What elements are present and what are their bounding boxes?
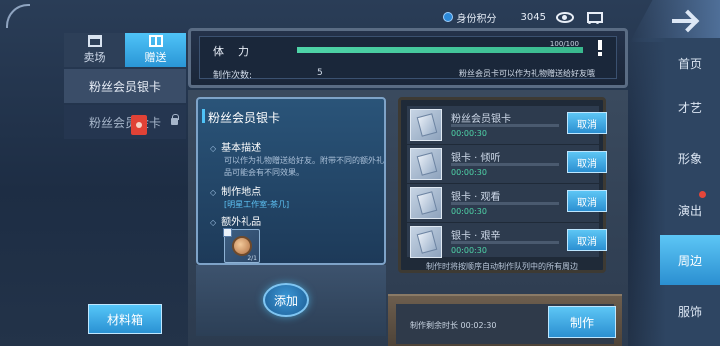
- nav-label: 演出: [677, 203, 702, 218]
- eye-icon[interactable]: [556, 11, 574, 23]
- category-gold-card[interactable]: 粉丝会员金卡: [64, 105, 186, 139]
- category-silver-card[interactable]: 粉丝会员银卡: [64, 69, 186, 103]
- remaining-time-value: 00:02:30: [460, 321, 497, 330]
- nav-label: 周边: [677, 253, 702, 268]
- tab-market[interactable]: 卖场: [64, 33, 125, 67]
- alert-icon[interactable]: [597, 40, 603, 56]
- nav-label: 服饰: [677, 304, 702, 319]
- queue-item-time: 00:00:30: [451, 129, 487, 138]
- queue-item-time: 00:00:30: [451, 207, 487, 216]
- card-icon: [416, 191, 438, 215]
- item-title: 粉丝会员银卡: [201, 109, 281, 125]
- nav-talent[interactable]: 才艺: [660, 82, 720, 132]
- queue-progress: [451, 202, 559, 205]
- queue-item: 银卡 · 观看 00:00:30 取消: [407, 184, 607, 222]
- tab-market-label: 卖场: [83, 51, 106, 64]
- right-nav: 首页 才艺 形象 演出 周边 服饰: [630, 38, 720, 346]
- notification-dot: [699, 191, 706, 198]
- top-status-bar: 身份积分 3045: [442, 6, 603, 28]
- item-info-card: 粉丝会员银卡 基本描述 可以作为礼物赠送给好友。附带不同的额外礼品可能会有不同效…: [196, 97, 386, 265]
- remaining-time-label: 制作剩余时长: [410, 321, 458, 330]
- checkbox-icon[interactable]: [223, 228, 232, 237]
- tab-gift[interactable]: 赠送: [125, 33, 186, 67]
- cancel-button[interactable]: 取消: [567, 112, 607, 134]
- stamina-bar: [297, 47, 583, 53]
- nav-outfit[interactable]: 服饰: [660, 286, 720, 336]
- add-button[interactable]: 添加: [263, 283, 309, 317]
- stamina-label: 体力: [213, 45, 263, 58]
- craft-count: 5: [317, 68, 323, 78]
- gift-note: 粉丝会员卡可以作为礼物赠送给好友哦: [459, 69, 595, 78]
- category-label: 粉丝会员金卡: [88, 115, 161, 130]
- shop-icon: [87, 35, 102, 47]
- stamina-bar-fill: [297, 47, 583, 53]
- craft-bar: 制作剩余时长 00:02:30 制作: [388, 294, 622, 346]
- queue-thumb: [410, 109, 442, 141]
- queue-item: 银卡 · 艰辛 00:00:30 取消: [407, 223, 607, 258]
- tab-gift-label: 赠送: [144, 51, 167, 64]
- back-arrow-icon: [672, 11, 698, 31]
- material-box-button[interactable]: 材料箱: [88, 304, 162, 334]
- queue-progress: [451, 124, 559, 127]
- craft-queue: 粉丝会员银卡 00:00:30 取消 银卡 · 倾听 00:00:30 取消 银…: [398, 97, 607, 273]
- extra-gift-title: 额外礼品: [210, 213, 261, 228]
- queue-item-name: 银卡 · 倾听: [451, 153, 501, 164]
- currency-display: 身份积分: [442, 10, 497, 25]
- gift-item-icon: [232, 236, 252, 256]
- queue-progress: [451, 163, 559, 166]
- queue-item-time: 00:00:30: [451, 246, 487, 255]
- queue-thumb: [410, 148, 442, 180]
- card-icon: [416, 152, 438, 176]
- cart-icon[interactable]: [584, 10, 603, 24]
- queue-item-name: 粉丝会员银卡: [451, 114, 511, 125]
- category-list: 粉丝会员银卡 粉丝会员金卡: [64, 69, 186, 139]
- queue-item-name: 银卡 · 观看: [451, 192, 501, 203]
- card-icon: [416, 230, 438, 254]
- cancel-button[interactable]: 取消: [567, 229, 607, 251]
- queue-progress: [451, 241, 559, 244]
- queue-item: 银卡 · 倾听 00:00:30 取消: [407, 145, 607, 183]
- tag-icon: [131, 115, 147, 135]
- place-title: 制作地点: [210, 183, 261, 198]
- nav-label: 形象: [677, 151, 702, 166]
- shop-tabs: 卖场 赠送: [64, 33, 186, 67]
- reward-count: 2/1: [247, 255, 257, 262]
- gem-icon: [442, 11, 453, 22]
- basic-desc-title: 基本描述: [210, 139, 261, 154]
- nav-performance[interactable]: 演出: [660, 185, 720, 235]
- queue-item-name: 银卡 · 艰辛: [451, 231, 501, 242]
- remaining-time: 制作剩余时长 00:02:30: [410, 320, 496, 331]
- category-label: 粉丝会员银卡: [88, 79, 161, 94]
- stamina-value: 100/100: [549, 40, 579, 48]
- extra-gift-slot[interactable]: 2/1: [223, 228, 260, 263]
- lock-icon: [171, 114, 179, 125]
- craft-button[interactable]: 制作: [548, 306, 616, 338]
- gift-icon: [148, 35, 163, 47]
- place-link[interactable]: [明星工作室-茶几]: [224, 199, 289, 210]
- nav-label: 才艺: [677, 100, 702, 115]
- nav-label: 首页: [677, 56, 702, 71]
- cancel-button[interactable]: 取消: [567, 151, 607, 173]
- queue-thumb: [410, 226, 442, 258]
- queue-item-time: 00:00:30: [451, 168, 487, 177]
- queue-item: 粉丝会员银卡 00:00:30 取消: [407, 106, 607, 144]
- craft-count-label: 制作次数:: [213, 71, 253, 81]
- queue-thumb: [410, 187, 442, 219]
- card-icon: [416, 113, 438, 137]
- currency-label: 身份积分: [456, 13, 497, 25]
- currency-value: 3045: [520, 11, 546, 23]
- nav-image[interactable]: 形象: [660, 133, 720, 183]
- nav-merch[interactable]: 周边: [660, 235, 720, 285]
- nav-home[interactable]: 首页: [660, 38, 720, 88]
- cancel-button[interactable]: 取消: [567, 190, 607, 212]
- status-panel: 体力 100/100 制作次数: 5 粉丝会员卡可以作为礼物赠送给好友哦: [188, 28, 628, 88]
- basic-desc-text: 可以作为礼物赠送给好友。附带不同的额外礼品可能会有不同效果。: [224, 156, 384, 177]
- queue-note: 制作时将按顺序自动制作队列中的所有周边: [426, 262, 578, 271]
